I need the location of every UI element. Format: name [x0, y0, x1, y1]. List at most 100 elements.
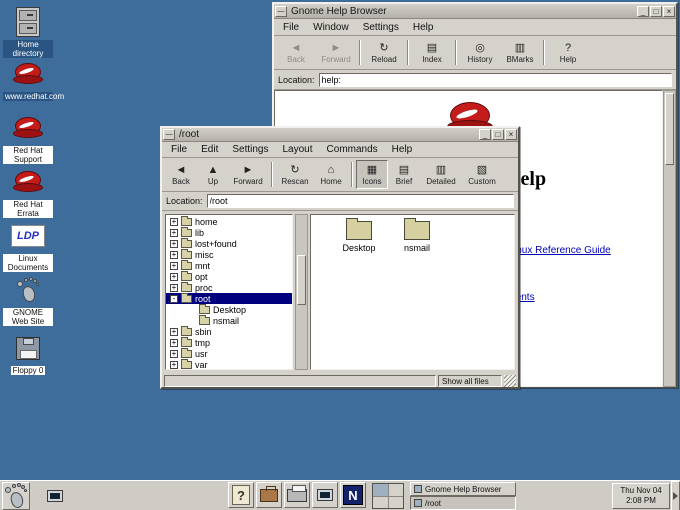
tree-item-proc[interactable]: +proc — [166, 282, 292, 293]
location-input[interactable] — [319, 73, 672, 87]
expand-icon[interactable]: + — [170, 361, 178, 369]
forward-button[interactable]: ► Forward — [316, 38, 356, 67]
resize-grip[interactable] — [504, 375, 516, 387]
index-button[interactable]: ▤ Index — [412, 38, 452, 67]
pager-desk-3[interactable] — [373, 497, 388, 509]
menu-help[interactable]: Help — [385, 143, 420, 156]
maximize-button[interactable]: □ — [492, 129, 504, 140]
forward-button[interactable]: ► Forward — [228, 160, 268, 189]
tree-item-sbin[interactable]: +sbin — [166, 326, 292, 337]
file-item-nsmail[interactable]: nsmail — [391, 221, 443, 253]
help-launcher[interactable]: ? — [228, 482, 254, 508]
expand-icon[interactable]: + — [170, 273, 178, 281]
window-menu-button[interactable]: — — [163, 129, 175, 140]
rescan-icon: ↻ — [290, 164, 299, 176]
pager-desk-1[interactable] — [373, 484, 388, 496]
tree-item-var[interactable]: +var — [166, 359, 292, 370]
minimize-button[interactable]: _ — [637, 6, 649, 17]
panel-hide-button[interactable] — [671, 481, 680, 510]
scrollbar-thumb[interactable] — [665, 93, 674, 165]
menu-edit[interactable]: Edit — [194, 143, 225, 156]
menu-help[interactable]: Help — [406, 21, 441, 34]
tree-item-nsmail[interactable]: nsmail — [166, 315, 292, 326]
tree-item-lost-found[interactable]: +lost+found — [166, 238, 292, 249]
back-button[interactable]: ◄ Back — [164, 160, 198, 189]
desktop-icon-home-directory[interactable]: Home directory — [2, 6, 54, 58]
detailed-view-button[interactable]: ▥ Detailed — [420, 160, 462, 189]
file-manager-titlebar[interactable]: — /root _ □ × — [162, 128, 518, 142]
menu-layout[interactable]: Layout — [276, 143, 320, 156]
expand-icon[interactable]: + — [170, 251, 178, 259]
netscape-launcher[interactable]: N — [340, 482, 366, 508]
bookmarks-button[interactable]: ▥ BMarks — [500, 38, 540, 67]
minimize-button[interactable]: _ — [479, 129, 491, 140]
window-menu-button[interactable]: — — [275, 6, 287, 17]
expand-icon[interactable]: + — [170, 339, 178, 347]
pager-desk-4[interactable] — [389, 497, 404, 509]
desktop-icon-redhat-support[interactable]: Red Hat Support — [2, 112, 54, 164]
help-button[interactable]: ? Help — [548, 38, 588, 67]
vertical-scrollbar[interactable] — [663, 90, 676, 387]
close-button[interactable]: × — [505, 129, 517, 140]
menu-window[interactable]: Window — [306, 21, 356, 34]
expand-icon[interactable]: + — [170, 350, 178, 358]
tree-item-root-selected[interactable]: -root — [166, 293, 292, 304]
terminal-launcher[interactable] — [312, 482, 338, 508]
directory-tree[interactable]: +home +lib +lost+found +misc +mnt +opt +… — [165, 214, 293, 370]
tree-item-lib[interactable]: +lib — [166, 227, 292, 238]
maximize-button[interactable]: □ — [650, 6, 662, 17]
icons-view-button[interactable]: ▦ Icons — [356, 160, 388, 189]
file-pane[interactable]: Desktop nsmail — [310, 214, 515, 370]
desktop-icon-linux-documents[interactable]: LDP Linux Documents — [2, 220, 54, 272]
expand-icon[interactable]: + — [170, 328, 178, 336]
brief-view-button[interactable]: ▤ Brief — [388, 160, 420, 189]
menu-file[interactable]: File — [276, 21, 306, 34]
tree-item-opt[interactable]: +opt — [166, 271, 292, 282]
expand-icon[interactable]: + — [170, 262, 178, 270]
desktop-icon-redhat-com[interactable]: www.redhat.com — [2, 58, 54, 101]
tree-item-mnt[interactable]: +mnt — [166, 260, 292, 271]
expand-icon[interactable]: + — [170, 229, 178, 237]
menu-file[interactable]: File — [164, 143, 194, 156]
close-button[interactable]: × — [663, 6, 675, 17]
file-item-desktop[interactable]: Desktop — [333, 221, 385, 253]
main-menu-button[interactable] — [2, 482, 30, 510]
tree-item-misc[interactable]: +misc — [166, 249, 292, 260]
back-button[interactable]: ◄ Back — [276, 38, 316, 67]
tree-scrollbar[interactable] — [295, 214, 308, 370]
desktop-icon-floppy[interactable]: Floppy 0 — [2, 332, 54, 375]
desktop-icon-label: Floppy 0 — [11, 366, 46, 375]
clock-applet[interactable]: Thu Nov 04 2:08 PM — [612, 483, 670, 509]
home-button[interactable]: ⌂ Home — [314, 160, 348, 189]
expand-icon[interactable]: - — [170, 295, 178, 303]
pager-desk-2[interactable] — [389, 484, 404, 496]
expand-icon[interactable]: + — [170, 218, 178, 226]
netscape-icon: N — [343, 485, 363, 505]
up-button[interactable]: ▲ Up — [198, 160, 228, 189]
config-launcher[interactable] — [256, 482, 282, 508]
expand-icon[interactable]: + — [170, 284, 178, 292]
desktop-icon-redhat-errata[interactable]: Red Hat Errata — [2, 166, 54, 218]
printer-launcher[interactable] — [284, 482, 310, 508]
screenshooter-applet[interactable] — [46, 488, 64, 504]
desktop-icon-gnome-web-site[interactable]: GNOME Web Site — [2, 274, 54, 326]
scrollbar-thumb[interactable] — [297, 255, 306, 305]
help-browser-titlebar[interactable]: — Gnome Help Browser _ □ × — [274, 4, 676, 19]
menu-commands[interactable]: Commands — [320, 143, 385, 156]
tree-item-usr[interactable]: +usr — [166, 348, 292, 359]
menu-settings[interactable]: Settings — [356, 21, 406, 34]
floppy-icon — [16, 332, 40, 364]
task-button-root[interactable]: /root — [410, 496, 516, 510]
rescan-button[interactable]: ↻ Rescan — [276, 160, 314, 189]
reload-button[interactable]: ↻ Reload — [364, 38, 404, 67]
tree-item-tmp[interactable]: +tmp — [166, 337, 292, 348]
tree-item-desktop[interactable]: Desktop — [166, 304, 292, 315]
location-input[interactable] — [207, 194, 514, 208]
expand-icon[interactable]: + — [170, 240, 178, 248]
custom-view-button[interactable]: ▧ Custom — [462, 160, 502, 189]
history-button[interactable]: ◎ History — [460, 38, 500, 67]
task-button-help-browser[interactable]: Gnome Help Browser — [410, 482, 516, 496]
menu-settings[interactable]: Settings — [225, 143, 275, 156]
tree-item-home[interactable]: +home — [166, 216, 292, 227]
desk-guide-pager[interactable] — [372, 483, 404, 509]
